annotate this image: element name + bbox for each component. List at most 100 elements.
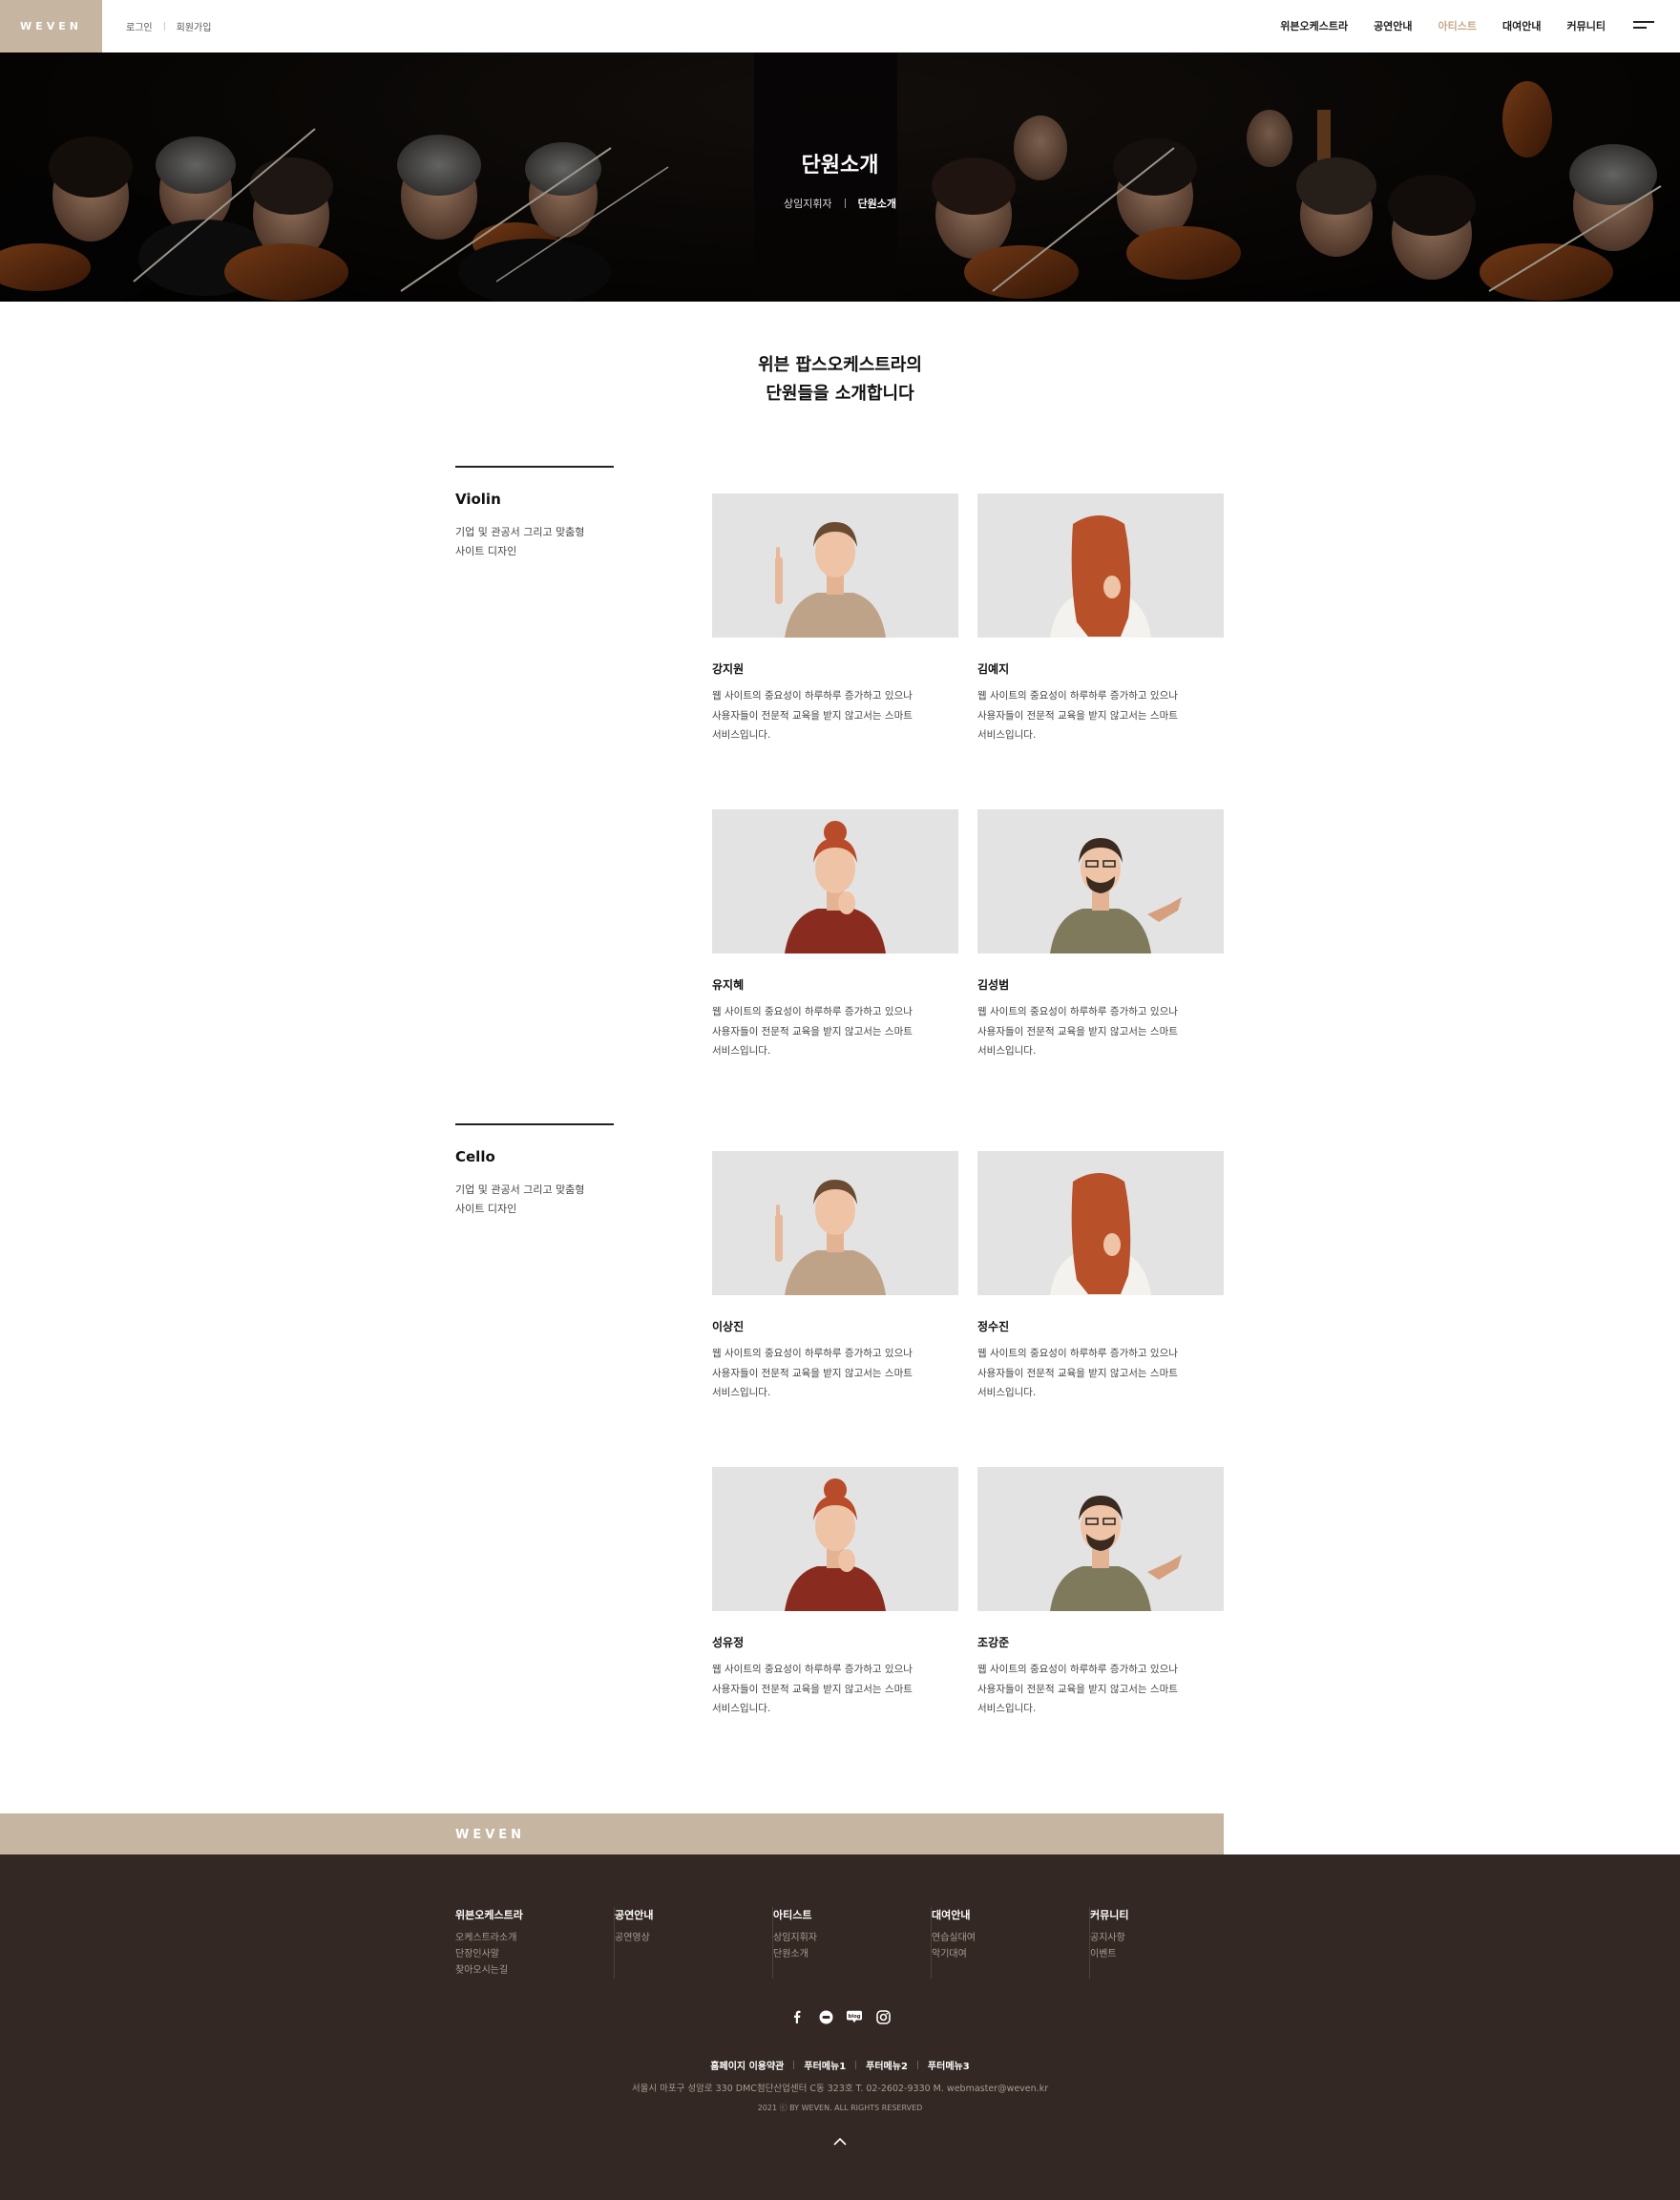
member-desc-line: 사용자들이 전문적 교육을 받지 않고서는 스마트 <box>712 709 913 722</box>
member-description: 웹 사이트의 중요성이 하루하루 증가하고 있으나 사용자들이 전문적 교육을 받… <box>712 1660 958 1719</box>
blog-icon-label: blog <box>848 2014 860 2020</box>
member-name: 강지원 <box>712 662 745 676</box>
intro-line: 단원들을 소개합니다 <box>766 384 914 404</box>
breadcrumb-current[interactable]: 단원소개 <box>858 196 896 211</box>
site-header: WEVEN 로그인 회원가입 위븐오케스트라 공연안내 아티스트 대여안내 커뮤… <box>0 0 1680 52</box>
section-desc-line: 사이트 디자인 <box>455 545 517 557</box>
member-description: 웹 사이트의 중요성이 하루하루 증가하고 있으나 사용자들이 전문적 교육을 받… <box>977 1002 1224 1061</box>
nav-item-performance[interactable]: 공연안내 <box>1374 18 1412 33</box>
member-photo <box>712 1151 958 1295</box>
facebook-icon[interactable] <box>789 2009 805 2024</box>
section-divider <box>455 1123 614 1125</box>
login-link[interactable]: 로그인 <box>126 19 153 33</box>
member-name: 정수진 <box>977 1320 1010 1333</box>
member-description: 웹 사이트의 중요성이 하루하루 증가하고 있으나 사용자들이 전문적 교육을 받… <box>977 1660 1224 1719</box>
footer-link[interactable]: 오케스트라소개 <box>455 1930 614 1946</box>
member-photo <box>712 1467 958 1611</box>
footer-copyright: 2021 ⓒ BY WEVEN. ALL RIGHTS RESERVED <box>757 2104 923 2112</box>
divider <box>844 199 846 208</box>
member-description: 웹 사이트의 중요성이 하루하루 증가하고 있으나사용자들이 전문적 교육을 받… <box>977 686 1224 745</box>
member-desc-line: 서비스입니다. <box>712 1703 771 1714</box>
nav-item-orchestra[interactable]: 위븐오케스트라 <box>1280 18 1348 33</box>
footer-column: 커뮤니티 공지사항 이벤트 <box>1089 1907 1248 1979</box>
section-description: 기업 및 관공서 그리고 맞춤형 사이트 디자인 <box>455 523 627 561</box>
terms-link[interactable]: 홈페이지 이용약관 <box>710 2058 784 2072</box>
footer-column-title[interactable]: 위븐오케스트라 <box>455 1907 614 1922</box>
footer-link[interactable]: 단장인사말 <box>455 1946 614 1962</box>
section-desc-line: 기업 및 관공서 그리고 맞춤형 <box>455 526 585 538</box>
member-desc-line: 서비스입니다. <box>977 1703 1037 1714</box>
footer-column-title[interactable]: 대여안내 <box>932 1907 1089 1922</box>
signup-link[interactable]: 회원가입 <box>177 19 212 33</box>
main-nav: 위븐오케스트라 공연안내 아티스트 대여안내 커뮤니티 <box>1280 18 1606 33</box>
footer-address: 서울시 마포구 성암로 330 DMC첨단산업센터 C동 323호 T. 02-… <box>631 2084 1049 2094</box>
member-name: 성유정 <box>712 1636 745 1649</box>
hamburger-menu-icon[interactable] <box>1633 19 1654 31</box>
nav-item-community[interactable]: 커뮤니티 <box>1567 18 1606 33</box>
breadcrumb-item[interactable]: 상임지휘자 <box>784 196 832 211</box>
section-title: Violin <box>455 491 501 508</box>
section-desc-line: 기업 및 관공서 그리고 맞춤형 <box>455 1184 585 1196</box>
nav-item-rental[interactable]: 대여안내 <box>1502 18 1541 33</box>
footer-menu-link[interactable]: 푸터메뉴1 <box>804 2058 846 2072</box>
member-description: 웹 사이트의 중요성이 하루하루 증가하고 있으나 사용자들이 전문적 교육을 받… <box>977 1344 1224 1403</box>
logo[interactable]: WEVEN <box>0 0 102 52</box>
footer-link[interactable]: 단원소개 <box>773 1946 931 1962</box>
member-desc-line: 서비스입니다. <box>712 1045 771 1057</box>
member-description: 웹 사이트의 중요성이 하루하루 증가하고 있으나사용자들이 전문적 교육을 받… <box>712 686 958 745</box>
footer-column-title[interactable]: 공연안내 <box>615 1907 772 1922</box>
member-card[interactable]: 강지원웹 사이트의 중요성이 하루하루 증가하고 있으나사용자들이 전문적 교육… <box>712 493 958 745</box>
logo-text: WEVEN <box>20 20 82 32</box>
footer-menu-link[interactable]: 푸터메뉴2 <box>866 2058 908 2072</box>
divider <box>855 2061 857 2069</box>
footer-logo[interactable]: WEVEN <box>455 1828 525 1842</box>
member-description: 웹 사이트의 중요성이 하루하루 증가하고 있으나 사용자들이 전문적 교육을 받… <box>712 1002 958 1061</box>
member-card[interactable]: 성유정웹 사이트의 중요성이 하루하루 증가하고 있으나 사용자들이 전문적 교육… <box>712 1467 958 1719</box>
member-card[interactable]: 정수진웹 사이트의 중요성이 하루하루 증가하고 있으나 사용자들이 전문적 교육… <box>977 1151 1224 1403</box>
member-name: 유지혜 <box>712 978 745 992</box>
member-name: 이상진 <box>712 1320 745 1333</box>
hero-banner: 단원소개 상임지휘자 단원소개 <box>0 52 1680 302</box>
member-desc-line: 사용자들이 전문적 교육을 받지 않고서는 스마트 <box>977 709 1178 722</box>
member-card[interactable]: 김예지 웹 사이트의 중요성이 하루하루 증가하고 있으나 사용자들이 전문적 교육… <box>977 493 1224 745</box>
nav-item-artist[interactable]: 아티스트 <box>1438 18 1477 33</box>
footer-link[interactable]: 공연영상 <box>615 1930 772 1946</box>
chat-icon[interactable] <box>818 2009 833 2024</box>
footer-link[interactable]: 찾아오시는길 <box>455 1962 614 1979</box>
member-desc-line: 웹 사이트의 중요성이 하루하루 증가하고 있으나 <box>977 690 1178 702</box>
member-desc-line: 서비스입니다. <box>977 729 1037 741</box>
member-photo <box>712 493 958 638</box>
footer-column-title[interactable]: 커뮤니티 <box>1090 1907 1248 1922</box>
footer-column-title[interactable]: 아티스트 <box>773 1907 931 1922</box>
member-card[interactable]: 유지혜웹 사이트의 중요성이 하루하루 증가하고 있으나 사용자들이 전문적 교육… <box>712 809 958 1061</box>
footer-menu-link[interactable]: 푸터메뉴3 <box>928 2058 970 2072</box>
member-desc-line: 웹 사이트의 중요성이 하루하루 증가하고 있으나 <box>712 690 913 702</box>
intro-heading: 위븐 팝스오케스트라의 단원들을 소개합니다 <box>0 351 1680 409</box>
member-photo <box>977 493 1224 638</box>
footer-link[interactable]: 공지사항 <box>1090 1930 1248 1946</box>
member-photo <box>977 1151 1224 1295</box>
member-card[interactable]: 이상진웹 사이트의 중요성이 하루하루 증가하고 있으나 사용자들이 전문적 교육… <box>712 1151 958 1403</box>
page-title: 단원소개 <box>801 154 879 178</box>
footer-link[interactable]: 상임지휘자 <box>773 1930 931 1946</box>
member-desc-line: 서비스입니다. <box>712 1387 771 1398</box>
footer-column: 대여안내 연습실대여 악기대여 <box>931 1907 1089 1979</box>
scroll-top-icon[interactable] <box>833 2134 847 2148</box>
footer-logo-band: WEVEN <box>0 1813 1224 1854</box>
footer-column: 공연안내 공연영상 <box>614 1907 772 1979</box>
member-photo <box>977 1467 1224 1611</box>
member-desc-line: 웹 사이트의 중요성이 하루하루 증가하고 있으나 <box>977 1348 1178 1359</box>
member-card[interactable]: 조강준 웹 사이트의 중요성이 하루하루 증가하고 있으나 사용자들이 전문적 교육… <box>977 1467 1224 1719</box>
section-desc-line: 사이트 디자인 <box>455 1203 517 1215</box>
member-desc-line: 사용자들이 전문적 교육을 받지 않고서는 스마트 <box>712 1367 913 1379</box>
member-card[interactable]: 김성범 웹 사이트의 중요성이 하루하루 증가하고 있으나 사용자들이 전문적 교육… <box>977 809 1224 1061</box>
footer-link[interactable]: 악기대여 <box>932 1946 1089 1962</box>
member-description: 웹 사이트의 중요성이 하루하루 증가하고 있으나 사용자들이 전문적 교육을 받… <box>712 1344 958 1403</box>
sns-links: blog <box>0 2009 1680 2024</box>
footer-column: 위븐오케스트라 오케스트라소개 단장인사말 찾아오시는길 <box>455 1907 614 1979</box>
footer-link[interactable]: 연습실대여 <box>932 1930 1089 1946</box>
member-desc-line: 웹 사이트의 중요성이 하루하루 증가하고 있으나 <box>977 1006 1178 1017</box>
blog-icon[interactable]: blog <box>847 2009 862 2024</box>
instagram-icon[interactable] <box>875 2009 891 2024</box>
footer-link[interactable]: 이벤트 <box>1090 1946 1248 1962</box>
